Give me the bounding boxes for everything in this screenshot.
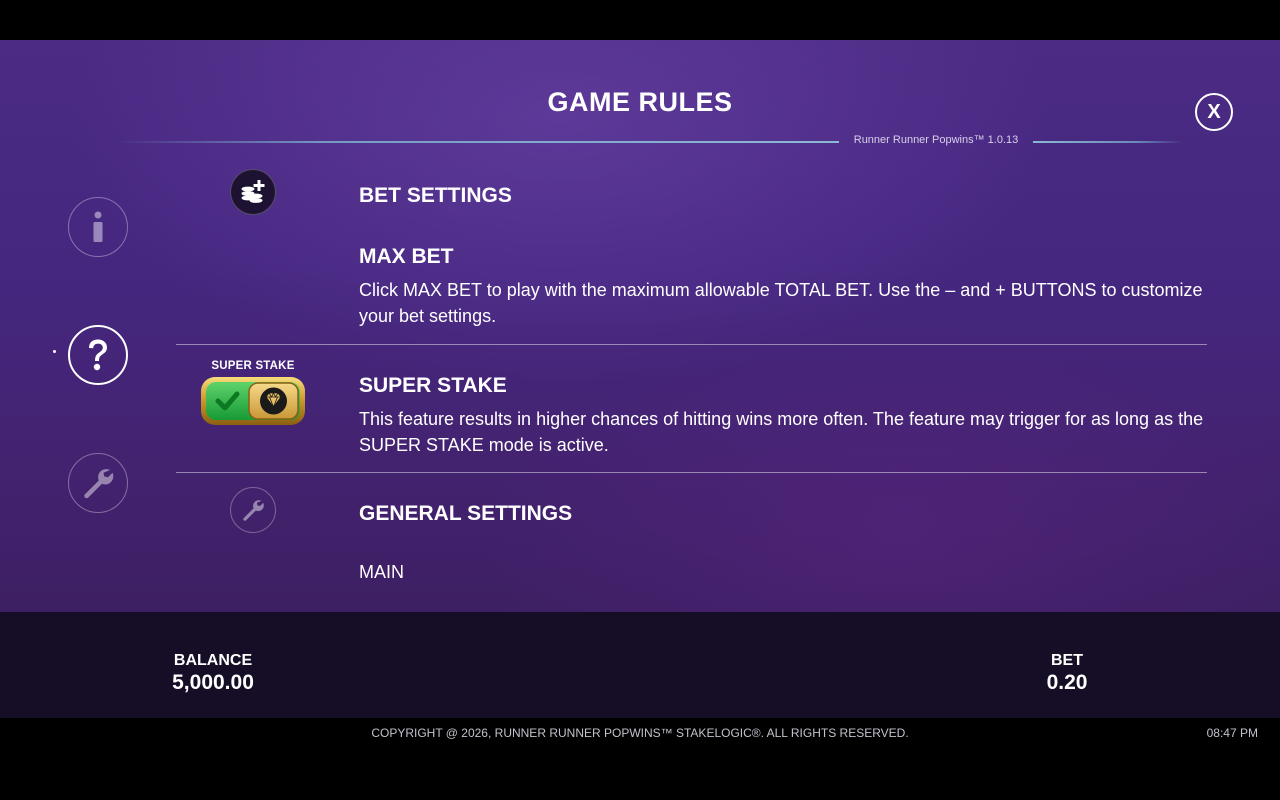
nav-info-button[interactable] — [68, 197, 128, 257]
close-button[interactable]: X — [1195, 93, 1233, 131]
close-icon: X — [1207, 100, 1221, 123]
bet-settings-icon-badge — [230, 169, 276, 215]
bet-value: 0.20 — [1046, 671, 1088, 694]
section-divider — [176, 344, 1207, 345]
game-rules-panel: GAME RULES X Runner Runner Popwins™ 1.0.… — [0, 40, 1280, 612]
title-underline-right — [1033, 141, 1183, 143]
page-title: GAME RULES — [547, 87, 733, 117]
active-indicator — [53, 350, 56, 353]
balance-label: BALANCE — [173, 652, 253, 669]
super-stake-toggle-icon — [201, 377, 305, 425]
title-underline-left — [115, 141, 839, 143]
clock: 08:47 PM — [1206, 726, 1258, 740]
nav-rules-button[interactable] — [68, 325, 128, 385]
general-settings-heading: GENERAL SETTINGS — [359, 502, 573, 525]
super-stake-heading: SUPER STAKE — [359, 374, 507, 397]
copyright-text: COPYRIGHT @ 2026, RUNNER RUNNER POPWINS™… — [371, 726, 909, 740]
max-bet-description: Click MAX BET to play with the maximum a… — [359, 280, 1203, 326]
main-subheading: MAIN — [359, 562, 404, 582]
super-stake-description: This feature results in higher chances o… — [359, 409, 1204, 455]
top-bar — [0, 0, 1280, 40]
super-stake-badge-label: SUPER STAKE — [211, 360, 295, 372]
status-bar: BALANCE 5,000.00 BET 0.20 — [0, 612, 1280, 718]
balance-value: 5,000.00 — [172, 671, 254, 694]
game-version: Runner Runner Popwins™ 1.0.13 — [853, 134, 1019, 146]
max-bet-heading: MAX BET — [359, 245, 454, 268]
nav-settings-button[interactable] — [68, 453, 128, 513]
footer: COPYRIGHT @ 2026, RUNNER RUNNER POPWINS™… — [0, 718, 1280, 800]
wrench-icon — [84, 469, 114, 499]
coins-plus-icon — [241, 180, 265, 203]
section-divider — [176, 472, 1207, 473]
info-icon — [93, 211, 103, 242]
question-icon — [89, 339, 107, 371]
bet-settings-heading: BET SETTINGS — [359, 184, 512, 207]
bet-label: BET — [1051, 652, 1083, 669]
wrench-icon — [243, 500, 264, 521]
general-settings-icon-badge — [230, 487, 276, 533]
